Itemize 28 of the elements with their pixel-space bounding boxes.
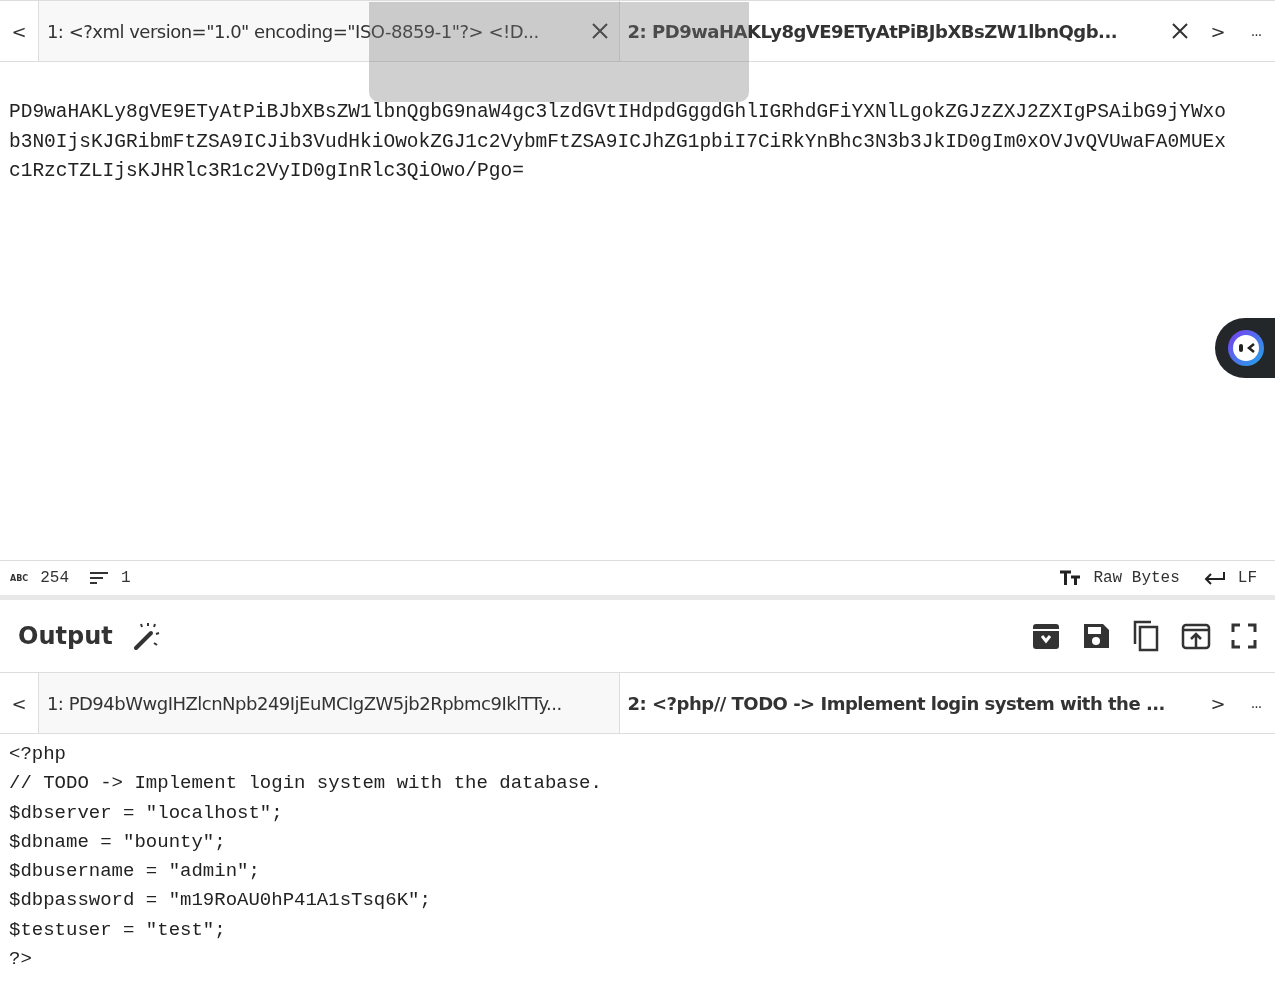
save-icon[interactable] [1081,621,1111,651]
input-text[interactable]: PD9waHAKLy8gVE9ETyAtPiBJbXBsZW1lbnQgbG9naW4gc3lzdGVtIHdpdGggdGhlIGRhdGFiYXNlLgokZGJzZXJ2ZXIgPSAibG9jYWxob3N0IjsKJGRibmFtZSA9ICJib3VudHkiOwokZGJ1c2VybmFtZSA9ICJhZG1pbiI7CiRkYnBhc3N3b3JkID0gIm0xOVJvQVUwaFA0MUExc1RzcTZLIjsKJHRlc3R1c2VyID0gInRlc3QiOwo/Pgo= [0,62,1241,187]
fullscreen-icon[interactable] [1231,623,1257,649]
lines-icon [89,571,109,585]
robot-face-icon [1227,329,1265,367]
output-title: Output [18,622,113,650]
eol-label[interactable]: LF [1237,569,1257,587]
line-count: 1 [121,569,131,587]
assistant-button[interactable] [1215,318,1275,378]
tab[interactable]: 1: <?xml version="1.0" encoding="ISO-8859-1"?> <!D... [37,1,619,61]
length-icon: ABC [10,573,29,583]
more-button[interactable]: ... [1237,1,1275,61]
tab[interactable]: 1: PD94bWwgIHZlcnNpb249IjEuMCIgZW5jb2Rpbmc9IklTTy... [37,673,619,733]
font-size-icon[interactable] [1059,570,1082,586]
previous-tab-button[interactable]: < [0,1,38,61]
output-text[interactable]: <?php // TODO -> Implement login system with the database. $dbserver = "localhost"; $dbname = "bounty"; $dbusername = "admin"; $dbpassword = "m19RoAU0hP41A1sTsq6K"; $testuser = "test"; ?> [0,734,1275,981]
previous-tab-button[interactable]: < [0,673,38,733]
copy-icon[interactable] [1131,620,1161,652]
close-icon[interactable] [590,22,609,40]
close-icon[interactable] [1171,22,1190,40]
length-count: 254 [40,569,69,587]
encoding-label[interactable]: Raw Bytes [1093,569,1180,587]
replace-input-icon[interactable] [1181,621,1211,651]
return-arrow-icon[interactable] [1203,571,1226,585]
next-tab-button[interactable]: > [1199,673,1238,733]
next-tab-button[interactable]: > [1199,1,1238,61]
archive-icon[interactable] [1031,621,1061,651]
more-button[interactable]: ... [1237,673,1275,733]
